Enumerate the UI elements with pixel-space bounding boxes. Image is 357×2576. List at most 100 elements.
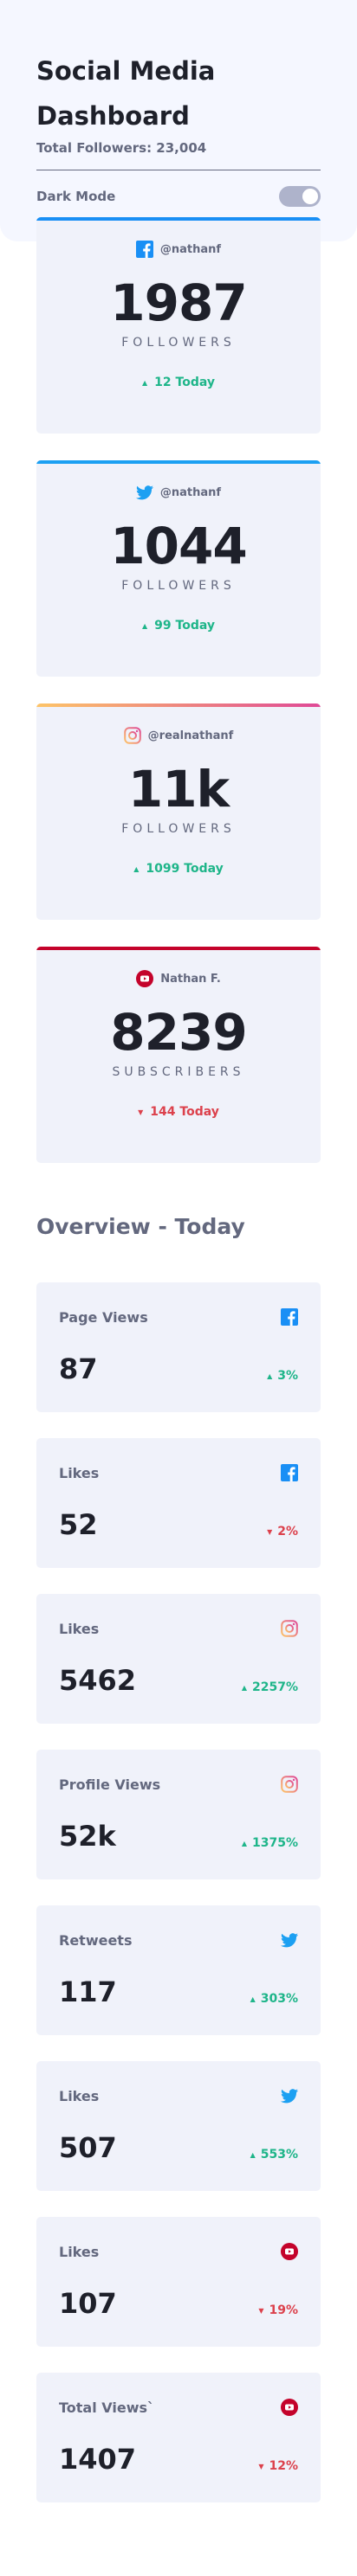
card-handle-row: Nathan F. [36, 968, 321, 989]
dark-mode-row: Dark Mode [36, 186, 321, 207]
overview-metric-value: 87 [59, 1352, 98, 1385]
overview-delta: ▲ 553% [250, 2148, 298, 2163]
twitter-icon [281, 1931, 298, 1949]
youtube-icon [281, 2399, 298, 2416]
facebook-icon [281, 1464, 298, 1481]
facebook-accent-bar [36, 217, 321, 221]
overview-metric-label: Page Views [59, 1308, 148, 1326]
dark-mode-label: Dark Mode [36, 189, 116, 204]
instagram-icon [123, 727, 141, 744]
header: Social Media Dashboard Total Followers: … [0, 0, 357, 241]
overview-metric-label: Profile Views [59, 1776, 161, 1793]
overview-card[interactable]: Likes 507 ▲ 553% [36, 2061, 321, 2191]
overview-metric-value: 5462 [59, 1664, 137, 1697]
overview-card-bottom: 87 ▲ 3% [59, 1353, 298, 1384]
overview-delta: ▲ 303% [250, 1992, 298, 2007]
overview-card-top: Likes [59, 2243, 298, 2260]
page-title: Social Media Dashboard [36, 56, 216, 131]
follower-card-facebook[interactable]: @nathanf 1987 FOLLOWERS ▲ 12 Today [36, 217, 321, 434]
overview-card-bottom: 5462 ▲ 2257% [59, 1665, 298, 1696]
card-handle-row: @realnathanf [36, 725, 321, 746]
twitter-accent-bar [36, 460, 321, 464]
overview-delta-text: 3% [277, 1369, 298, 1383]
overview-title: Overview - Today [36, 1214, 245, 1239]
today-delta: ▼ 144 Today [36, 1105, 321, 1119]
overview-card-bottom: 107 ▼ 19% [59, 2288, 298, 2319]
follower-unit-label: FOLLOWERS [121, 579, 236, 593]
overview-card-bottom: 52k ▲ 1375% [59, 1821, 298, 1852]
card-handle: @realnathanf [147, 729, 234, 742]
follower-cards: @nathanf 1987 FOLLOWERS ▲ 12 Today @nathanf 10… [0, 217, 357, 1163]
arrow-up-icon: ▲ [142, 378, 148, 387]
overview-delta-text: 2257% [252, 1680, 298, 1694]
overview-metric-label: Total Views` [59, 2399, 155, 2416]
overview-metric-value: 1407 [59, 2443, 137, 2476]
facebook-icon [135, 241, 153, 258]
overview-metric-value: 507 [59, 2131, 117, 2164]
arrow-up-icon: ▲ [133, 864, 140, 873]
arrow-down-icon: ▼ [138, 1108, 144, 1116]
overview-list: Page Views 87 ▲ 3% Likes 52 ▼ 2% Likes 5462 ▲ 2257%… [0, 1282, 357, 2502]
follower-card-twitter[interactable]: @nathanf 1044 FOLLOWERS ▲ 99 Today [36, 460, 321, 677]
overview-card[interactable]: Profile Views 52k ▲ 1375% [36, 1750, 321, 1879]
overview-metric-value: 52 [59, 1508, 98, 1541]
overview-metric-value: 52k [59, 1820, 116, 1853]
overview-delta-text: 553% [260, 2148, 298, 2162]
arrow-up-icon: ▲ [241, 1683, 247, 1692]
card-handle-row: @nathanf [36, 482, 321, 503]
overview-metric-value: 117 [59, 1975, 117, 2008]
overview-card-bottom: 507 ▲ 553% [59, 2132, 298, 2163]
youtube-icon [136, 970, 154, 987]
overview-metric-label: Likes [59, 1620, 100, 1637]
follower-unit-label: FOLLOWERS [121, 822, 236, 836]
overview-delta-text: 2% [277, 1525, 298, 1539]
overview-card-top: Likes [59, 1620, 298, 1637]
overview-card[interactable]: Likes 107 ▼ 19% [36, 2217, 321, 2347]
follower-unit-label: SUBSCRIBERS [112, 1065, 245, 1079]
overview-card[interactable]: Likes 52 ▼ 2% [36, 1438, 321, 1568]
card-handle-row: @nathanf [36, 239, 321, 260]
today-delta-text: 144 Today [150, 1105, 219, 1119]
today-delta: ▲ 99 Today [36, 619, 321, 633]
follower-card-youtube[interactable]: Nathan F. 8239 SUBSCRIBERS ▼ 144 Today [36, 947, 321, 1163]
overview-card[interactable]: Page Views 87 ▲ 3% [36, 1282, 321, 1412]
overview-card[interactable]: Total Views` 1407 ▼ 12% [36, 2373, 321, 2502]
overview-delta: ▼ 12% [258, 2459, 298, 2475]
arrow-down-icon: ▼ [258, 2306, 264, 2315]
twitter-icon [135, 484, 153, 501]
follower-count: 11k [127, 760, 230, 819]
card-handle: @nathanf [159, 485, 222, 499]
twitter-icon [281, 2087, 298, 2104]
overview-card-top: Page Views [59, 1308, 298, 1326]
arrow-up-icon: ▲ [250, 1995, 256, 2003]
instagram-icon [281, 1776, 298, 1793]
overview-card-top: Total Views` [59, 2399, 298, 2416]
overview-card[interactable]: Likes 5462 ▲ 2257% [36, 1594, 321, 1724]
arrow-up-icon: ▲ [267, 1372, 273, 1380]
overview-card-bottom: 117 ▲ 303% [59, 1976, 298, 2007]
follower-count: 8239 [110, 1003, 247, 1062]
overview-delta: ▲ 1375% [242, 1836, 298, 1852]
overview-metric-value: 107 [59, 2287, 117, 2320]
arrow-down-icon: ▼ [267, 1527, 273, 1536]
follower-count: 1044 [110, 517, 247, 575]
overview-card-bottom: 1407 ▼ 12% [59, 2444, 298, 2475]
facebook-icon [281, 1308, 298, 1326]
arrow-up-icon: ▲ [142, 621, 148, 630]
overview-card-top: Retweets [59, 1931, 298, 1949]
overview-card[interactable]: Retweets 117 ▲ 303% [36, 1905, 321, 2035]
dark-mode-toggle[interactable] [279, 186, 321, 207]
total-followers: Total Followers: 23,004 [36, 140, 321, 170]
follower-unit-label: FOLLOWERS [121, 336, 236, 350]
card-handle: Nathan F. [160, 972, 221, 986]
overview-card-top: Likes [59, 1464, 298, 1481]
today-delta: ▲ 1099 Today [36, 862, 321, 876]
arrow-up-icon: ▲ [250, 2150, 256, 2159]
instagram-icon [281, 1620, 298, 1637]
overview-card-top: Profile Views [59, 1776, 298, 1793]
overview-metric-label: Likes [59, 2087, 100, 2104]
overview-delta: ▲ 2257% [242, 1680, 298, 1696]
overview-delta: ▼ 2% [267, 1525, 298, 1540]
follower-card-instagram[interactable]: @realnathanf 11k FOLLOWERS ▲ 1099 Today [36, 703, 321, 920]
today-delta-text: 12 Today [154, 376, 215, 389]
